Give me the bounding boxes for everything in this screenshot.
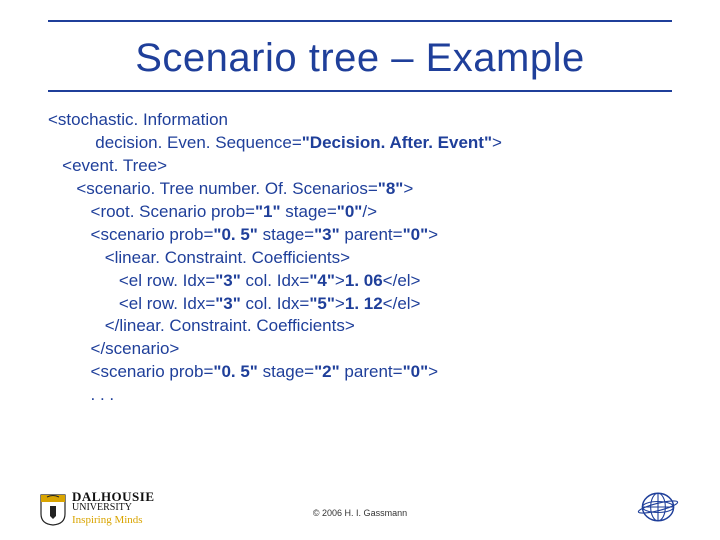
code-line: <el row. Idx="3" col. Idx="4">1. 06</el> [48,270,672,293]
footer: DALHOUSIE UNIVERSITY Inspiring Minds [0,488,720,526]
code-line: decision. Even. Sequence="Decision. Afte… [48,132,672,155]
slide-title: Scenario tree – Example [48,36,672,81]
dalhousie-logo: DALHOUSIE UNIVERSITY Inspiring Minds [40,490,155,526]
globe-icon [636,488,680,526]
code-line: <scenario. Tree number. Of. Scenarios="8… [48,178,672,201]
slide: Scenario tree – Example <stochastic. Inf… [0,0,720,540]
code-line: <stochastic. Information [48,109,672,132]
code-line: <scenario prob="0. 5" stage="2" parent="… [48,361,672,384]
code-line: <event. Tree> [48,155,672,178]
code-line: <root. Scenario prob="1" stage="0"/> [48,201,672,224]
code-line: </linear. Constraint. Coefficients> [48,315,672,338]
shield-icon [40,494,66,526]
code-line: </scenario> [48,338,672,361]
code-line: <el row. Idx="3" col. Idx="5">1. 12</el> [48,293,672,316]
code-block: <stochastic. Information decision. Even.… [48,109,672,407]
code-line: . . . [48,384,672,407]
dalhousie-text: DALHOUSIE UNIVERSITY Inspiring Minds [72,490,155,526]
university-tagline: Inspiring Minds [72,515,155,526]
code-line: <scenario prob="0. 5" stage="3" parent="… [48,224,672,247]
university-sub: UNIVERSITY [72,503,155,513]
code-line: <linear. Constraint. Coefficients> [48,247,672,270]
top-rule [48,20,672,22]
bottom-rule [48,90,672,92]
